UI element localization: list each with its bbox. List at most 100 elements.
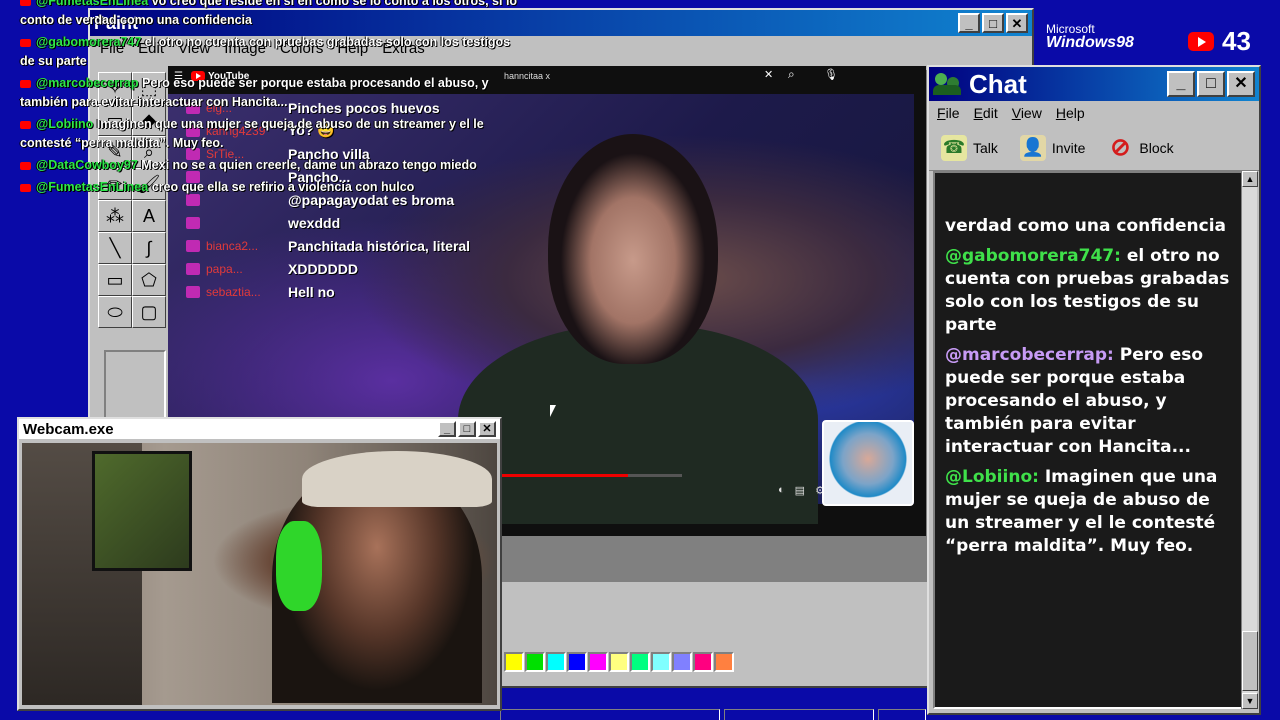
maximize-button[interactable]: □	[982, 13, 1004, 33]
minimize-button[interactable]: _	[438, 421, 456, 437]
color-swatch[interactable]	[504, 652, 524, 672]
chat-menu-edit[interactable]: Edit	[974, 105, 998, 121]
video-progress-bar[interactable]	[502, 474, 682, 477]
chat-menu-file[interactable]: File	[937, 105, 960, 121]
airbrush-icon[interactable]: ⁂	[98, 200, 132, 232]
invite-button[interactable]: 👤 Invite	[1019, 134, 1085, 161]
color-swatch[interactable]	[588, 652, 608, 672]
chat-badge-icon	[186, 239, 200, 252]
overlay-chat-user: @marcobecerrap	[36, 76, 139, 90]
chat-messages-pane[interactable]: verdad como una confidencia @gabomorera74…	[933, 171, 1243, 709]
minimize-button[interactable]: _	[958, 13, 980, 33]
polygon-icon[interactable]: ⬠	[132, 264, 166, 296]
yt-chat-message: wexddd	[288, 214, 341, 231]
talk-button[interactable]: ☎ Talk	[941, 134, 998, 161]
chat-scrollbar[interactable]: ▲ ▼	[1241, 171, 1258, 709]
yt-chat-username[interactable]: sebaztia...	[206, 285, 282, 299]
color-swatch[interactable]	[567, 652, 587, 672]
chat-badge-icon	[186, 285, 200, 298]
overlay-chat-line: @marcobecerrap Pero eso puede ser porque…	[20, 74, 520, 112]
youtube-icon	[20, 183, 31, 192]
color-swatch[interactable]	[546, 652, 566, 672]
mic-icon[interactable]: 🎙	[824, 68, 838, 81]
chat-message-text: verdad como una confidencia	[945, 216, 1227, 236]
minimize-button[interactable]: _	[1167, 71, 1195, 97]
color-swatch[interactable]	[630, 652, 650, 672]
block-button[interactable]: ⊘ Block	[1107, 134, 1173, 161]
chat-message: @Lobiino: Imaginen que una mujer se quej…	[945, 466, 1233, 558]
scroll-up-icon[interactable]: ▲	[1242, 171, 1258, 187]
yt-chat-message: Panchitada histórica, literal	[288, 237, 471, 254]
chat-menu-help[interactable]: Help	[1056, 105, 1085, 121]
color-palette	[504, 652, 734, 672]
block-icon: ⊘	[1110, 134, 1131, 161]
color-swatch[interactable]	[651, 652, 671, 672]
overlay-chat-text: creo que ella se refirio a violencia con…	[148, 180, 415, 194]
overlay-chat-line: @DataCowboy97 Mexi no se a quien creerle…	[20, 156, 520, 175]
yt-chat-row: papa... XDDDDDD	[186, 257, 506, 280]
search-icon[interactable]: ⌕	[788, 67, 795, 82]
maximize-button[interactable]: □	[458, 421, 476, 437]
viewer-count: 43	[1222, 26, 1251, 56]
chat-menubar: File Edit View Help	[929, 101, 1259, 125]
close-button[interactable]: ✕	[1227, 71, 1255, 97]
chat-badge-icon	[186, 262, 200, 275]
overlay-chat-user: @gabomorera747	[36, 35, 142, 49]
text-icon[interactable]: A	[132, 200, 166, 232]
chat-message: @gabomorera747: el otro no cuenta con pr…	[945, 245, 1233, 337]
maximize-button[interactable]: □	[1197, 71, 1225, 97]
overlay-chat-user: @FumetasEnLinea	[36, 0, 149, 8]
youtube-icon	[20, 79, 31, 88]
webcam-window: Webcam.exe _ □ ✕	[17, 417, 502, 711]
status-cell	[500, 709, 720, 720]
chat-menu-view[interactable]: View	[1012, 105, 1042, 121]
chat-message-user: @marcobecerrap:	[945, 345, 1114, 365]
viewer-counter: 43	[1188, 26, 1251, 57]
youtube-search-input[interactable]: hanncitaa x	[498, 68, 784, 84]
windows98-logo: Microsoft Windows98	[1046, 22, 1134, 52]
chat-toolbar: ☎ Talk 👤 Invite ⊘ Block	[929, 125, 1259, 171]
yt-chat-username[interactable]: bianca2...	[206, 239, 282, 253]
scroll-thumb[interactable]	[1242, 631, 1258, 691]
youtube-icon	[20, 38, 31, 47]
invite-icon: 👤	[1019, 134, 1046, 161]
captions-icon[interactable]: ▤	[795, 484, 805, 497]
toggle-icon[interactable]: ◐	[778, 484, 785, 497]
overlay-chat-text: Mexi no se a quien creerle, dame un abra…	[137, 158, 477, 172]
status-cell	[878, 709, 926, 720]
color-swatch[interactable]	[672, 652, 692, 672]
overlay-chat-user: @Lobiino	[36, 117, 94, 131]
chat-message: @marcobecerrap: Pero eso puede ser porqu…	[945, 344, 1233, 459]
chat-window: Chat _ □ ✕ File Edit View Help ☎ Talk 👤 In…	[927, 65, 1261, 715]
yt-chat-message: Hell no	[288, 283, 335, 300]
youtube-icon	[20, 120, 31, 129]
color-swatch[interactable]	[525, 652, 545, 672]
ellipse-icon[interactable]: ⬭	[98, 296, 132, 328]
webcam-titlebar[interactable]: Webcam.exe _ □ ✕	[19, 419, 500, 439]
chat-titlebar[interactable]: Chat _ □ ✕	[929, 67, 1259, 101]
close-button[interactable]: ✕	[478, 421, 496, 437]
curve-icon[interactable]: ∫	[132, 232, 166, 264]
yt-chat-username[interactable]: papa...	[206, 262, 282, 276]
yt-chat-row: sebaztia... Hell no	[186, 280, 506, 303]
webcam-feed	[22, 443, 497, 705]
chat-badge-icon	[186, 216, 200, 229]
clear-search-icon[interactable]: ✕	[764, 68, 773, 81]
yt-chat-message: XDDDDDD	[288, 260, 358, 277]
picture-in-picture-cam	[822, 420, 914, 506]
line-icon[interactable]: ╲	[98, 232, 132, 264]
overlay-chat-line: @gabomorera747 el otro no cuenta con pru…	[20, 33, 520, 71]
talk-icon: ☎	[941, 134, 967, 161]
windows98-text: Windows98	[1046, 34, 1134, 51]
paint-statusbar	[500, 709, 926, 720]
overlay-chat-user: @DataCowboy97	[36, 158, 138, 172]
chat-message: verdad como una confidencia	[945, 215, 1233, 238]
close-button[interactable]: ✕	[1006, 13, 1028, 33]
status-cell	[724, 709, 874, 720]
color-swatch[interactable]	[714, 652, 734, 672]
scroll-down-icon[interactable]: ▼	[1242, 693, 1258, 709]
rounded-rect-icon[interactable]: ▢	[132, 296, 166, 328]
rectangle-icon[interactable]: ▭	[98, 264, 132, 296]
color-swatch[interactable]	[609, 652, 629, 672]
color-swatch[interactable]	[693, 652, 713, 672]
